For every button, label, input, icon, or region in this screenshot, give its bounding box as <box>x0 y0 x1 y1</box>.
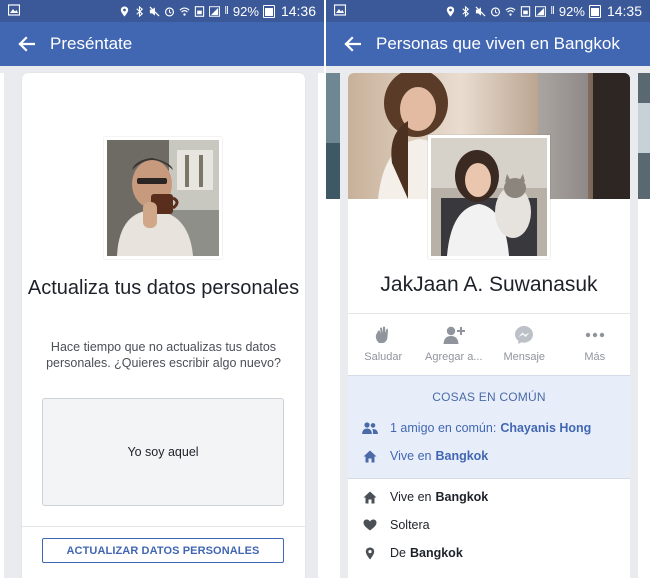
wave-icon <box>372 324 394 346</box>
more-icon <box>584 324 606 346</box>
more-label: Más <box>584 351 606 363</box>
sim-icon <box>195 5 205 17</box>
signal-icon <box>535 5 547 17</box>
more-button[interactable]: Más <box>560 314 631 375</box>
lives-in-row: Vive en Bangkok <box>362 489 488 505</box>
person-card: JakJaan A. Suwanasuk Saludar Agregar a..… <box>348 73 630 578</box>
profile-avatar[interactable] <box>104 137 222 259</box>
clock: 14:36 <box>280 3 316 19</box>
card-description: Hace tiempo que no actualizas tus datos … <box>46 340 281 370</box>
update-profile-card: Actualiza tus datos personales Hace tiem… <box>22 73 305 578</box>
app-bar: Preséntate <box>0 22 324 66</box>
divider <box>22 526 305 527</box>
page-title: Preséntate <box>50 34 133 53</box>
wifi-icon <box>179 6 190 16</box>
hometown-city[interactable]: Bangkok <box>410 546 463 560</box>
status-icons: ‖ 92% 14:36 <box>119 3 316 19</box>
heart-icon <box>362 518 378 532</box>
hometown-row: De Bangkok <box>362 545 463 561</box>
next-person-card[interactable] <box>638 73 650 578</box>
man-with-cup-photo <box>107 140 219 256</box>
app-bar: Personas que viven en Bangkok <box>326 22 650 66</box>
message-label: Mensaje <box>503 351 546 363</box>
back-button[interactable] <box>340 32 364 56</box>
home-icon <box>362 449 378 463</box>
things-in-common: COSAS EN COMÚN 1 amigo en común: Chayani… <box>348 375 630 479</box>
left-screen: ‖ 92% 14:36 Preséntate Actualiza tus dat… <box>0 0 324 578</box>
next-card-cover <box>638 73 650 199</box>
previous-card-edge <box>0 73 4 578</box>
location-icon <box>447 5 455 17</box>
previous-person-card[interactable] <box>326 73 340 578</box>
profile-name[interactable]: JakJaan A. Suwanasuk <box>348 273 630 297</box>
message-button[interactable]: Mensaje <box>489 314 560 375</box>
alarm-icon <box>491 6 501 16</box>
common-lives-row[interactable]: Vive en Bangkok <box>362 448 488 464</box>
card-heading: Actualiza tus datos personales <box>27 277 300 299</box>
wave-label: Saludar <box>364 351 403 363</box>
mute-icon <box>149 5 160 17</box>
wifi-icon <box>505 6 516 16</box>
status-bar: ‖ 92% 14:36 <box>0 0 324 22</box>
friends-icon <box>362 421 378 435</box>
back-button[interactable] <box>14 32 38 56</box>
bio-input[interactable]: Yo soy aquel <box>42 398 284 506</box>
add-friend-button[interactable]: Agregar a... <box>419 314 490 375</box>
battery-icon <box>262 4 275 18</box>
clock: 14:35 <box>606 3 642 19</box>
home-icon <box>362 490 378 504</box>
add-friend-icon <box>443 324 465 346</box>
page-title: Personas que viven en Bangkok <box>376 34 620 53</box>
mutual-friend-name[interactable]: Chayanis Hong <box>500 421 591 435</box>
messenger-icon <box>513 324 535 346</box>
relationship-row: Soltera <box>362 517 430 533</box>
gallery-notification-icon <box>334 4 346 16</box>
common-title: COSAS EN COMÚN <box>432 390 546 404</box>
action-bar: Saludar Agregar a... Mensaje Más <box>348 313 630 375</box>
previous-card-cover <box>326 73 340 199</box>
signal-bars-icon: ‖ <box>550 5 555 17</box>
lives-in-city[interactable]: Bangkok <box>435 490 488 504</box>
battery-icon <box>588 4 601 18</box>
bluetooth-icon <box>462 5 470 17</box>
right-screen: ‖ 92% 14:35 Personas que viven en Bangko… <box>326 0 650 578</box>
location-icon <box>121 5 129 17</box>
wave-button[interactable]: Saludar <box>348 314 419 375</box>
lives-in-prefix: Vive en <box>390 490 432 504</box>
signal-bars-icon: ‖ <box>224 5 229 17</box>
bio-input-value: Yo soy aquel <box>127 445 199 459</box>
back-arrow-icon <box>344 36 361 52</box>
common-lives-prefix: Vive en <box>390 449 432 463</box>
alarm-icon <box>165 6 175 16</box>
common-lives-city[interactable]: Bangkok <box>435 449 488 463</box>
relationship-status: Soltera <box>390 518 430 532</box>
hometown-prefix: De <box>390 546 406 560</box>
battery-percent: 92% <box>558 3 585 19</box>
add-friend-label: Agregar a... <box>425 351 483 363</box>
mutual-friends-row[interactable]: 1 amigo en común: Chayanis Hong <box>362 420 591 436</box>
status-bar: ‖ 92% 14:35 <box>326 0 650 22</box>
status-icons: ‖ 92% 14:35 <box>445 3 642 19</box>
signal-icon <box>209 5 221 17</box>
profile-picture[interactable] <box>428 135 550 259</box>
bluetooth-icon <box>136 5 144 17</box>
back-arrow-icon <box>18 36 35 52</box>
woman-with-cat-photo <box>431 138 547 256</box>
location-pin-icon <box>362 546 378 560</box>
battery-percent: 92% <box>232 3 259 19</box>
mutual-friends-prefix: 1 amigo en común: <box>390 421 497 435</box>
gallery-notification-icon <box>8 4 20 16</box>
update-profile-button[interactable]: ACTUALIZAR DATOS PERSONALES <box>42 538 284 563</box>
mute-icon <box>475 5 486 17</box>
sim-icon <box>521 5 531 17</box>
